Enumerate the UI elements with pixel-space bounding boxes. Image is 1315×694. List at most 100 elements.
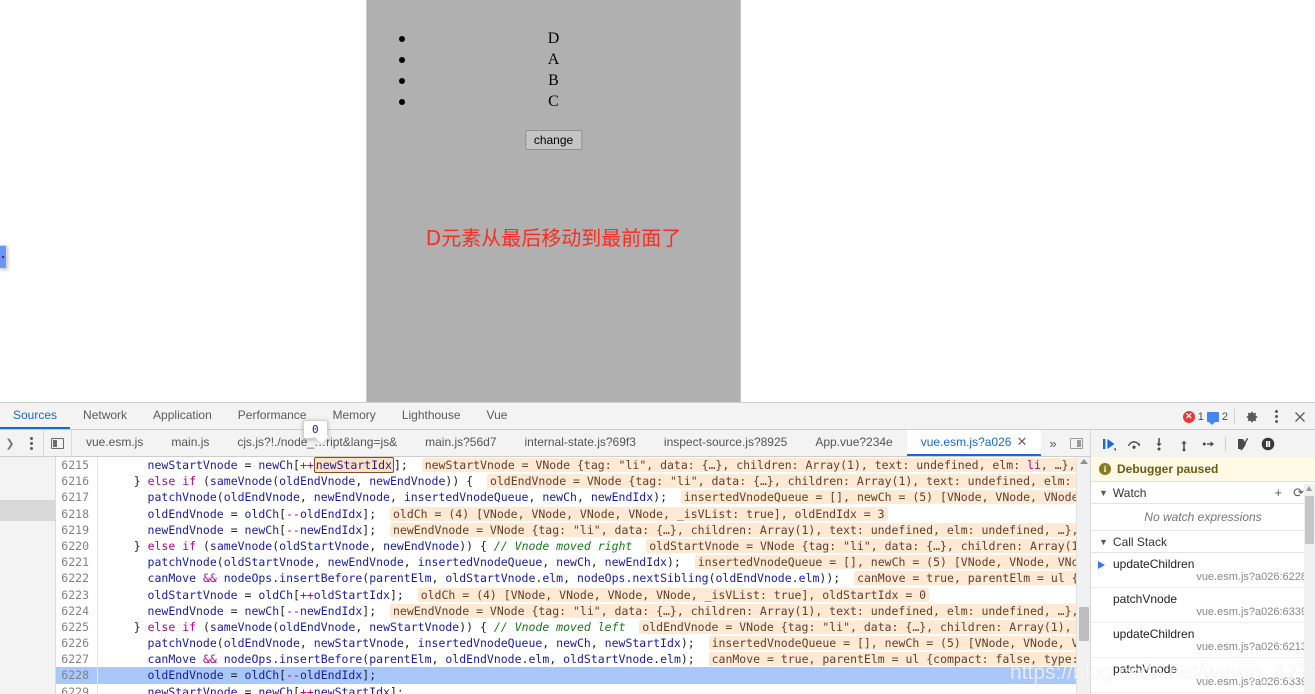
file-tab[interactable]: vue.esm.js?a026 ✕ bbox=[906, 430, 1042, 456]
gear-icon[interactable] bbox=[1241, 406, 1263, 428]
step-into-next-function-call-icon[interactable] bbox=[1147, 432, 1170, 455]
watch-section-title: Watch bbox=[1112, 485, 1147, 500]
line-number[interactable]: 6215 bbox=[56, 457, 98, 474]
more-file-tabs-button[interactable]: » bbox=[1041, 430, 1064, 456]
line-number[interactable]: 6221 bbox=[56, 554, 98, 571]
code-line[interactable]: 6217 patchVnode(oldEndVnode, newEndVnode… bbox=[56, 489, 1090, 506]
file-tab-list: vue.esm.jsmain.jscjs.js?!./node_…ript&la… bbox=[72, 430, 1042, 456]
file-tab[interactable]: App.vue?234e bbox=[801, 430, 906, 456]
step-out-of-current-function-icon[interactable] bbox=[1172, 432, 1195, 455]
file-tab-label: main.js bbox=[171, 435, 210, 449]
line-number[interactable]: 6219 bbox=[56, 521, 98, 538]
call-stack-function-name: updateChildren bbox=[1113, 557, 1195, 571]
devtools-tab-network[interactable]: Network bbox=[70, 403, 140, 429]
call-stack-frame[interactable]: patchVnode vue.esm.js?a026:6339 bbox=[1091, 588, 1315, 623]
line-number[interactable]: 6228 bbox=[56, 667, 98, 684]
code-line[interactable]: 6227 canMove && nodeOps.insertBefore(par… bbox=[56, 651, 1090, 668]
file-tab-label: vue.esm.js?a026 bbox=[920, 435, 1012, 449]
page-viewport: DABC change D元素从最后移动到最前面了 bbox=[0, 0, 1315, 402]
devtools-tab-memory[interactable]: Memory bbox=[319, 403, 388, 429]
tab-dropdown-icon[interactable] bbox=[1065, 430, 1089, 456]
call-stack-location: vue.esm.js?a026:6339 bbox=[1196, 606, 1307, 618]
call-stack-location: vue.esm.js?a026:6228 bbox=[1196, 571, 1307, 583]
devtools-tab-lighthouse[interactable]: Lighthouse bbox=[389, 403, 474, 429]
code-line[interactable]: 6216 } else if (sameVnode(oldEndVnode, n… bbox=[56, 473, 1090, 490]
devtools-tab-vue[interactable]: Vue bbox=[474, 403, 521, 429]
scrollbar-thumb[interactable] bbox=[1305, 496, 1314, 544]
close-tab-icon[interactable]: ✕ bbox=[1016, 434, 1027, 450]
watch-empty-message: No watch expressions bbox=[1091, 504, 1315, 531]
line-number[interactable]: 6226 bbox=[56, 635, 98, 652]
code-line-source: oldEndVnode = oldCh[--oldEndIdx]; bbox=[147, 668, 377, 683]
deactivate-breakpoints-icon[interactable] bbox=[1231, 432, 1254, 455]
line-number[interactable]: 6222 bbox=[56, 570, 98, 587]
file-tab[interactable]: internal-state.js?69f3 bbox=[511, 430, 650, 456]
close-icon[interactable] bbox=[1289, 406, 1311, 428]
change-button[interactable]: change bbox=[524, 130, 583, 150]
chevron-right-icon[interactable]: ❯ bbox=[0, 430, 20, 456]
code-line[interactable]: 6224 newEndVnode = newCh[--newEndIdx]; n… bbox=[56, 602, 1090, 619]
line-number[interactable]: 6218 bbox=[56, 505, 98, 522]
page-content: DABC change D元素从最后移动到最前面了 bbox=[366, 0, 741, 402]
file-tab-label: inspect-source.js?8925 bbox=[663, 435, 788, 449]
devtools-tabbar-actions: ✕ 1 2 bbox=[1182, 403, 1311, 430]
resume-script-execution-icon[interactable] bbox=[1097, 432, 1120, 455]
devtools-tab-application[interactable]: Application bbox=[140, 403, 225, 429]
code-line[interactable]: 6219 newEndVnode = newCh[--newEndIdx]; n… bbox=[56, 521, 1090, 538]
source-kebab-menu-icon[interactable] bbox=[20, 430, 44, 456]
scroll-up-arrow-icon[interactable] bbox=[1306, 486, 1312, 491]
code-editor[interactable]: 6215 newStartVnode = newCh[++ newStartIdx… bbox=[56, 457, 1090, 694]
line-number[interactable]: 6217 bbox=[56, 489, 98, 506]
file-tab[interactable]: inspect-source.js?8925 bbox=[650, 430, 801, 456]
line-number[interactable]: 6220 bbox=[56, 537, 98, 555]
file-tab[interactable]: main.js?56d7 bbox=[411, 430, 510, 456]
call-stack-function-name: patchVnode bbox=[1113, 592, 1178, 606]
kebab-menu-icon[interactable] bbox=[1265, 406, 1287, 428]
code-line[interactable]: 6225 } else if (sameVnode(oldEndVnode, n… bbox=[56, 618, 1090, 636]
sidebar-vertical-scrollbar[interactable] bbox=[1304, 484, 1315, 694]
file-tab[interactable]: vue.esm.js bbox=[72, 430, 157, 456]
call-stack-frame[interactable]: updateChildren vue.esm.js?a026:6228 bbox=[1091, 553, 1315, 588]
line-number[interactable]: 6216 bbox=[56, 473, 98, 490]
issue-counters[interactable]: ✕ 1 2 bbox=[1182, 409, 1235, 425]
line-number[interactable]: 6227 bbox=[56, 651, 98, 668]
line-number[interactable]: 6225 bbox=[56, 618, 98, 636]
scrollbar-thumb[interactable] bbox=[1079, 607, 1089, 641]
call-stack-frame[interactable]: patchVnode vue.esm.js?a026:6339 bbox=[1091, 658, 1315, 693]
code-line[interactable]: 6223 oldStartVnode = oldCh[++oldStartIdx… bbox=[56, 586, 1090, 603]
code-line[interactable]: 6222 canMove && nodeOps.insertBefore(par… bbox=[56, 570, 1090, 587]
code-line-source: oldEndVnode = oldCh[--oldEndIdx]; oldCh … bbox=[98, 506, 888, 522]
code-line[interactable]: 6221 patchVnode(oldStartVnode, newEndVno… bbox=[56, 554, 1090, 571]
call-stack-frame[interactable]: updateChildren vue.esm.js?a026:6213 bbox=[1091, 623, 1315, 658]
scroll-up-arrow-icon[interactable] bbox=[1080, 459, 1088, 464]
code-vertical-scrollbar[interactable] bbox=[1076, 457, 1090, 694]
file-tab[interactable]: main.js bbox=[157, 430, 223, 456]
step-over-next-function-call-icon[interactable] bbox=[1122, 432, 1145, 455]
file-navigator-panel[interactable] bbox=[0, 457, 56, 694]
code-line[interactable]: 6226 patchVnode(oldEndVnode, newStartVno… bbox=[56, 635, 1090, 652]
add-watch-expression-icon[interactable]: + bbox=[1272, 485, 1286, 500]
watch-section-header[interactable]: ▼ Watch + ⟳ bbox=[1091, 482, 1315, 504]
code-line-current[interactable]: 6228 oldEndVnode = oldCh[--oldEndIdx]; bbox=[56, 667, 1090, 684]
step-icon[interactable] bbox=[1197, 432, 1220, 455]
devtools-tab-sources[interactable]: Sources bbox=[0, 403, 71, 429]
line-number[interactable]: 6224 bbox=[56, 602, 98, 619]
left-edge-panel-handle[interactable] bbox=[0, 245, 7, 269]
code-line-source: } else if (sameVnode(oldStartVnode, newE… bbox=[98, 538, 1090, 554]
file-navigator-selected-item[interactable] bbox=[0, 500, 55, 521]
chevron-down-icon: ▼ bbox=[1099, 487, 1108, 498]
code-line[interactable]: 6218 oldEndVnode = oldCh[--oldEndIdx]; o… bbox=[56, 505, 1090, 522]
call-stack-function-name: patchVnode bbox=[1113, 662, 1178, 676]
debugger-paused-banner: i Debugger paused bbox=[1091, 457, 1315, 482]
file-tab-label: internal-state.js?69f3 bbox=[524, 435, 636, 449]
code-line[interactable]: 6220 } else if (sameVnode(oldStartVnode,… bbox=[56, 537, 1090, 555]
pause-on-exceptions-icon[interactable] bbox=[1256, 432, 1279, 455]
item-list: DABC bbox=[367, 28, 740, 112]
line-number[interactable]: 6229 bbox=[56, 683, 98, 694]
code-line[interactable]: 6229 newStartVnode = newCh[++newStartIdx… bbox=[56, 683, 1090, 694]
line-number[interactable]: 6223 bbox=[56, 586, 98, 603]
toggle-navigator-icon[interactable] bbox=[44, 430, 72, 456]
error-icon: ✕ bbox=[1182, 410, 1195, 423]
code-line[interactable]: 6215 newStartVnode = newCh[++ newStartIdx… bbox=[56, 457, 1090, 474]
call-stack-section-header[interactable]: ▼ Call Stack bbox=[1091, 531, 1315, 553]
